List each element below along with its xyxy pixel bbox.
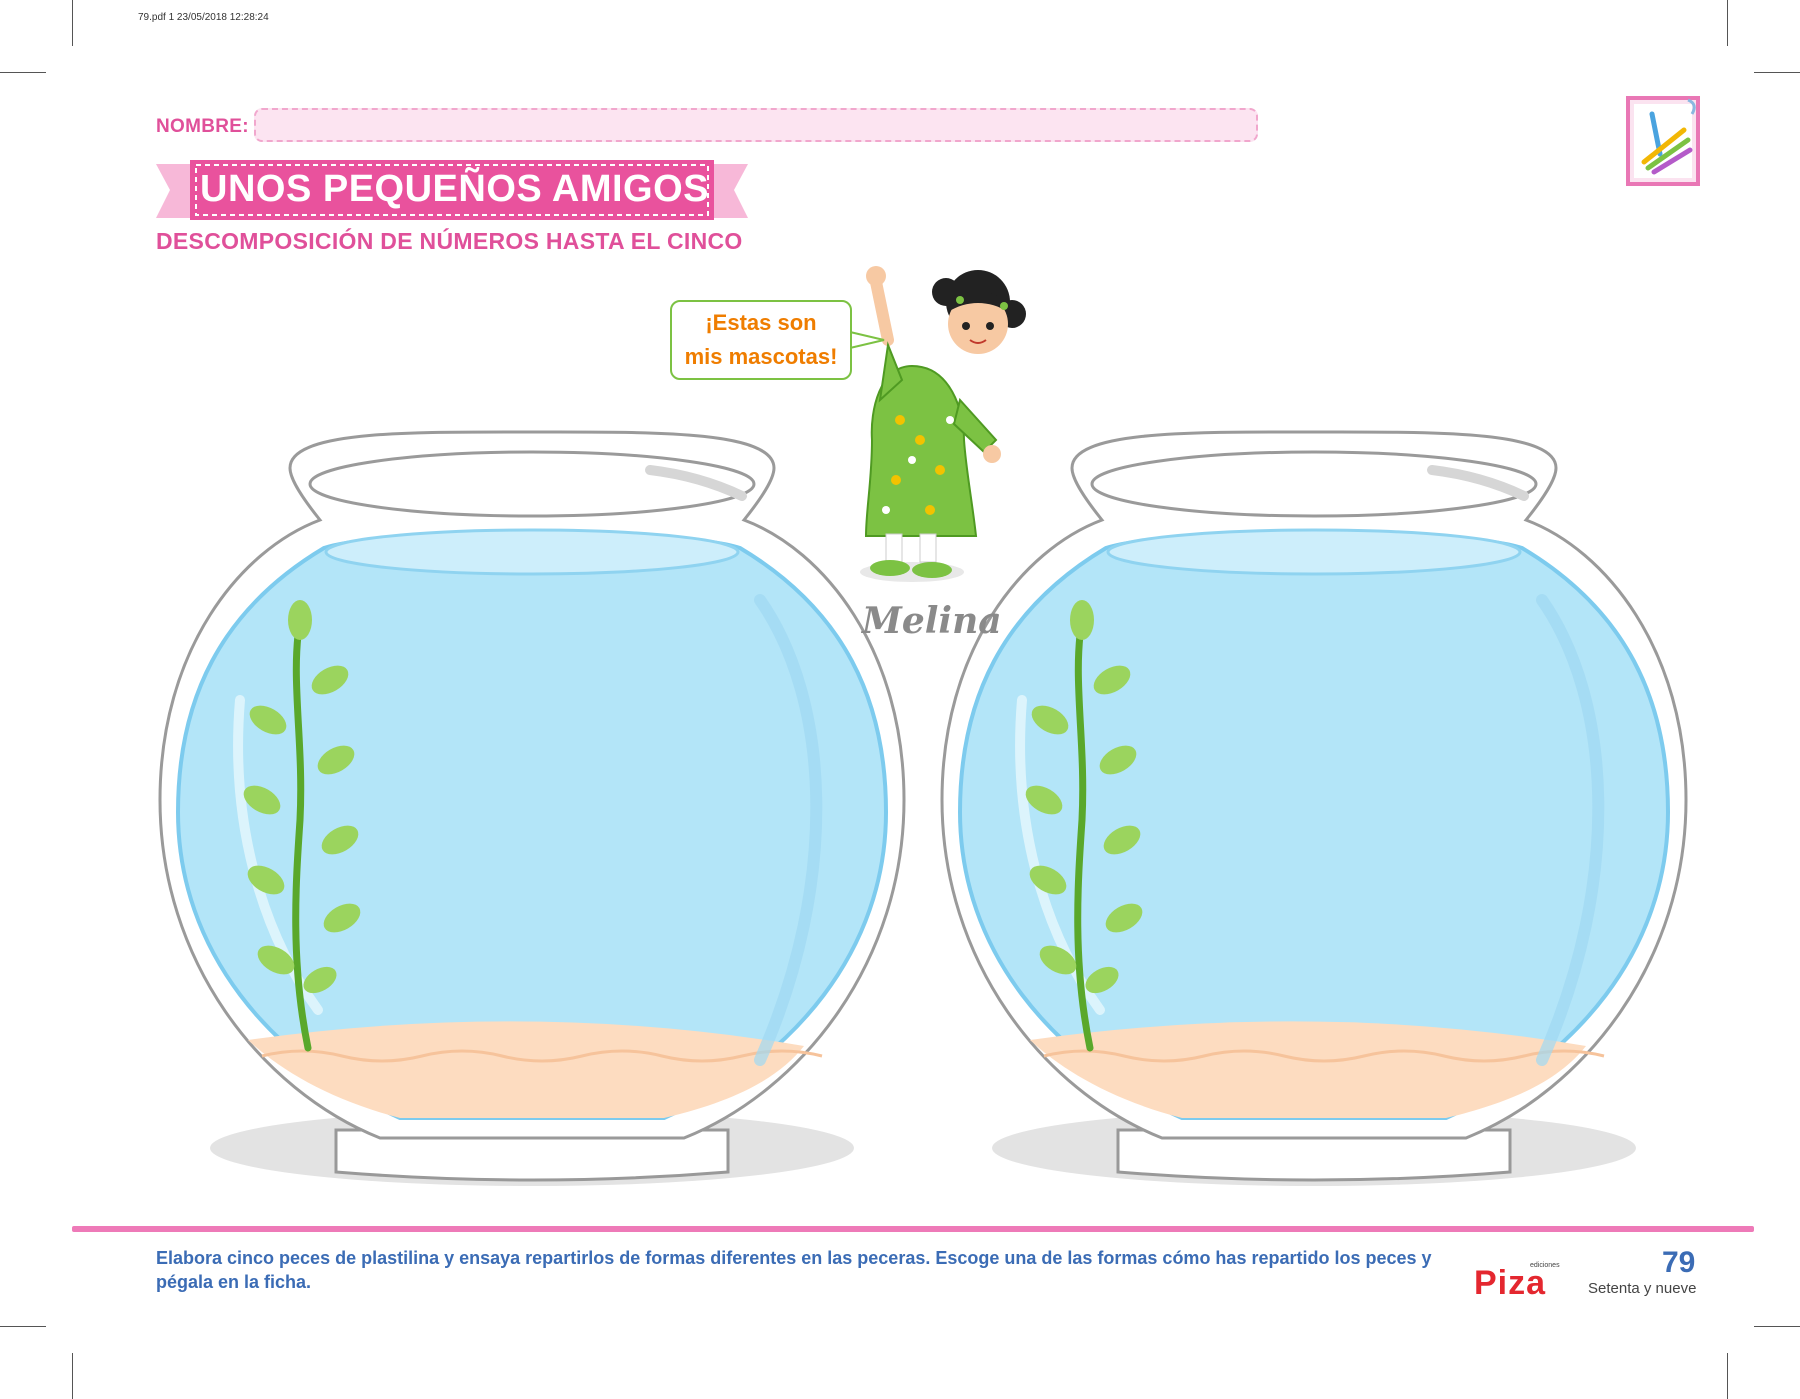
character-name: Melina xyxy=(862,600,1002,642)
instruction-text: Elabora cinco peces de plastilina y ensa… xyxy=(156,1248,1432,1292)
speech-bubble: ¡Estas son mis mascotas! xyxy=(670,300,852,380)
publisher-logo: Piza xyxy=(1474,1264,1547,1302)
fishbowl-left xyxy=(158,430,906,1182)
fishbowl-right xyxy=(940,430,1688,1182)
girl-character xyxy=(860,266,1026,582)
fishbowl-scene xyxy=(158,266,1688,1186)
speech-bubble-tail xyxy=(849,330,885,350)
page-number: 79 xyxy=(1662,1246,1696,1279)
footer-divider xyxy=(72,1226,1754,1232)
page-number-words: Setenta y nueve xyxy=(1588,1280,1697,1297)
